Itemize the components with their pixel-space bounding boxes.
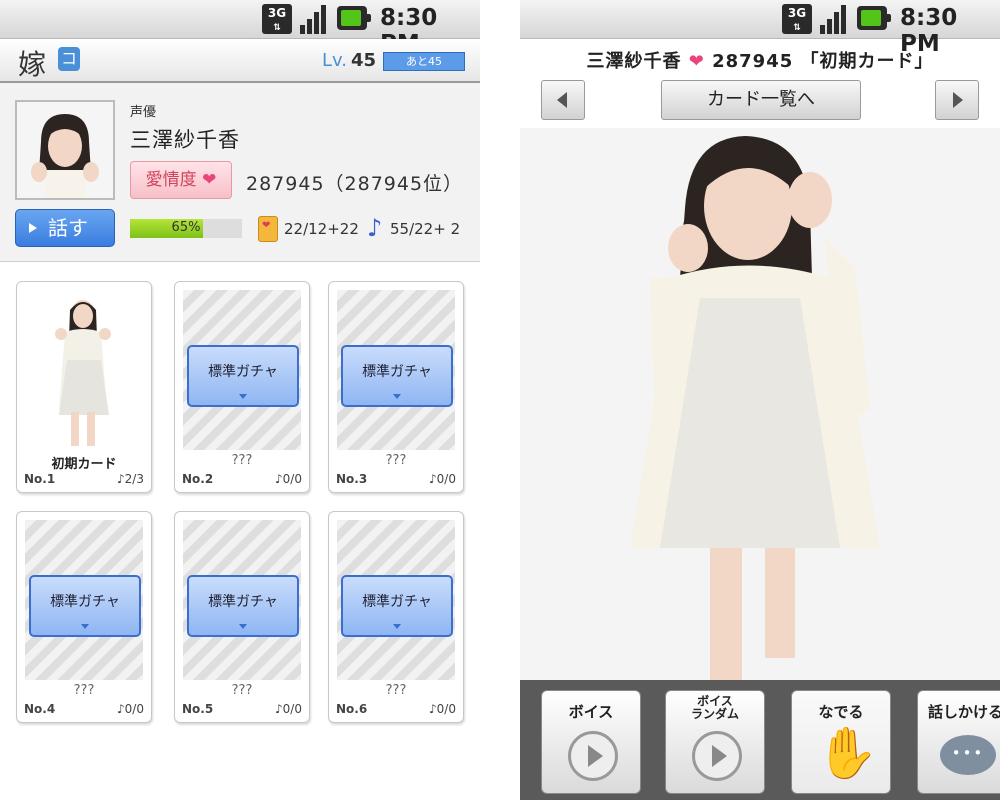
status-bar: 3G⇅ 8:30 PM <box>0 0 480 57</box>
character-role: 声優 <box>130 105 157 120</box>
card-slot-3[interactable]: 標準ガチャ ??? No.3 ♪0/0 <box>328 281 464 493</box>
network-3g-icon: 3G ⇅ <box>782 4 812 34</box>
card-title: ??? <box>231 683 253 698</box>
talk-button-label: 話す <box>48 216 88 240</box>
card-voice-count: ♪2/3 <box>117 472 144 486</box>
card-number: No.5 <box>182 702 214 716</box>
card-number: No.2 <box>182 472 214 486</box>
card-title: 初期カード <box>51 457 117 472</box>
affection-badge[interactable]: 愛情度 ❤ <box>130 161 232 199</box>
card-full-photo[interactable] <box>520 128 1000 680</box>
arrow-right-icon <box>953 92 963 108</box>
status-bar: 3G⇅ 8:30 PM <box>520 0 1000 57</box>
battery-icon <box>857 6 891 30</box>
exp-bar: あと45 <box>383 52 465 71</box>
level-label: Lv. <box>322 50 348 71</box>
affection-score: 287945（287945位） <box>246 173 464 195</box>
action-toolbar: ボイス ボイス ランダム なでる ✋ 話しかける <box>520 680 1000 800</box>
card-stack-icon <box>258 216 278 242</box>
card-title: ??? <box>73 683 95 698</box>
stroke-button-label: なでる <box>818 703 864 721</box>
play-icon <box>568 731 618 781</box>
card-number: No.3 <box>336 472 368 486</box>
card-slot-2[interactable]: 標準ガチャ ??? No.2 ♪0/0 <box>174 281 310 493</box>
standard-gacha-button[interactable]: 標準ガチャ <box>187 575 299 637</box>
profile-panel: 声優 三澤紗千香 愛情度 ❤ 287945（287945位） 話す 65% 22… <box>0 83 480 262</box>
hand-icon: ✋ <box>816 724 879 782</box>
arrow-left-icon <box>557 92 567 108</box>
signal-icon <box>818 4 848 34</box>
affection-progress-bar: 65% <box>130 219 242 238</box>
play-icon <box>692 731 742 781</box>
level-value: 45 <box>351 50 377 71</box>
card-list-button[interactable]: カード一覧へ <box>661 80 861 120</box>
card-slot-4[interactable]: 標準ガチャ ??? No.4 ♪0/0 <box>16 511 152 723</box>
signal-icon <box>298 4 328 34</box>
stroke-button[interactable]: なでる ✋ <box>791 690 891 794</box>
card-voice-count: ♪0/0 <box>275 472 302 486</box>
data-arrows-icon: ⇅ <box>273 23 281 33</box>
detail-character-name: 三澤紗千香 <box>586 51 682 72</box>
card-detail-screen: 3G ⇅ 8:30 PM 三澤紗千香 ❤ 287945 「初期カード」 カード一覧… <box>520 0 1000 800</box>
app-logo: 嫁 <box>18 48 47 81</box>
app-header: 嫁 コ Lv. 45 あと45 <box>0 39 480 83</box>
next-card-button[interactable] <box>935 80 979 120</box>
standard-gacha-button[interactable]: 標準ガチャ <box>187 345 299 407</box>
card-detail-title: 三澤紗千香 ❤ 287945 「初期カード」 <box>520 47 1000 73</box>
card-list-screen: 3G⇅ 8:30 PM 嫁 コ Lv.45 あと45 声優 三澤紗千香 愛情度 … <box>0 0 480 800</box>
card-number: No.6 <box>336 702 368 716</box>
card-voice-count: ♪0/0 <box>275 702 302 716</box>
card-voice-count: ♪0/0 <box>117 702 144 716</box>
music-note-icon: ♪ <box>367 214 383 242</box>
card-slot-5[interactable]: 標準ガチャ ??? No.5 ♪0/0 <box>174 511 310 723</box>
standard-gacha-button[interactable]: 標準ガチャ <box>29 575 141 637</box>
talk-button[interactable]: 話す <box>15 209 115 247</box>
voice-button[interactable]: ボイス <box>541 690 641 794</box>
card-voice-count: ♪0/0 <box>429 472 456 486</box>
talk-to-button[interactable]: 話しかける <box>917 690 1000 794</box>
voice-random-label: ボイス ランダム <box>690 694 739 721</box>
battery-icon <box>337 6 371 30</box>
voice-random-button[interactable]: ボイス ランダム <box>665 690 765 794</box>
speech-bubble-icon <box>940 735 996 775</box>
card-number: No.4 <box>24 702 56 716</box>
card-title: ??? <box>385 683 407 698</box>
network-3g-icon: 3G ⇅ <box>262 4 292 34</box>
card-title: ??? <box>231 453 253 468</box>
card-voice-count: ♪0/0 <box>429 702 456 716</box>
avatar-photo <box>17 102 113 198</box>
talk-to-label: 話しかける <box>928 703 1000 721</box>
card-slot-1[interactable]: 初期カード No.1 ♪2/3 <box>16 281 152 493</box>
network-label: 3G <box>787 6 807 20</box>
detail-score: 287945 <box>712 51 794 72</box>
level-display: Lv. 45 <box>322 50 376 71</box>
standard-gacha-button[interactable]: 標準ガチャ <box>341 575 453 637</box>
data-arrows-icon: ⇅ <box>793 23 801 33</box>
app-logo-mark: コ <box>58 47 80 71</box>
card-photo <box>25 290 143 450</box>
avatar[interactable] <box>15 100 115 200</box>
card-slot-6[interactable]: 標準ガチャ ??? No.6 ♪0/0 <box>328 511 464 723</box>
network-label: 3G <box>267 6 287 20</box>
detail-card-name: 「初期カード」 <box>800 51 934 72</box>
voice-button-label: ボイス <box>568 703 614 721</box>
character-name: 三澤紗千香 <box>130 128 240 152</box>
character-photo <box>520 128 1000 680</box>
prev-card-button[interactable] <box>541 80 585 120</box>
voice-count: 55/22+ 2 <box>390 220 461 238</box>
card-number: No.1 <box>24 472 56 486</box>
affection-label: 愛情度 <box>145 170 197 190</box>
standard-gacha-button[interactable]: 標準ガチャ <box>341 345 453 407</box>
card-title: ??? <box>385 453 407 468</box>
card-count: 22/12+22 <box>284 220 359 238</box>
heart-icon: ❤ <box>688 51 705 72</box>
play-arrow-icon <box>29 223 37 233</box>
heart-icon: ❤ <box>202 170 217 190</box>
progress-percent: 65% <box>171 220 201 235</box>
